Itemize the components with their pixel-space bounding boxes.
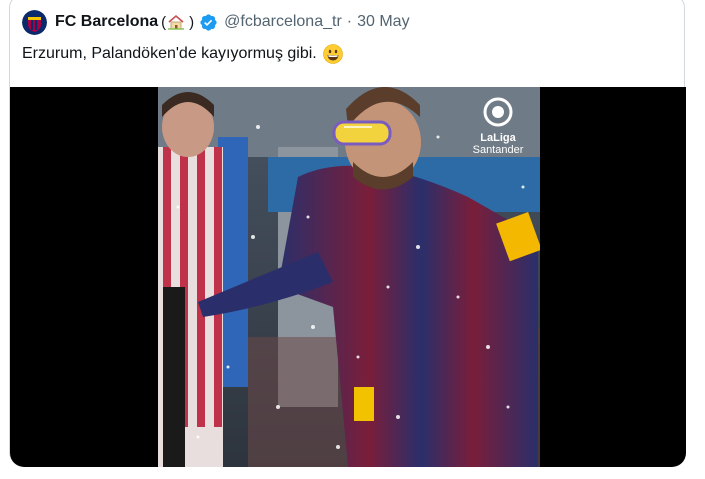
tweet-date[interactable]: 30 May bbox=[357, 13, 409, 31]
author-handle[interactable]: @fcbarcelona_tr bbox=[224, 13, 342, 31]
house-emoji-icon bbox=[167, 14, 185, 30]
watermark-line2: Santander bbox=[472, 144, 524, 156]
name-suffix-open: ( bbox=[161, 13, 167, 31]
watermark-line1: LaLiga bbox=[480, 132, 516, 144]
author-avatar[interactable] bbox=[22, 9, 47, 35]
author-name[interactable]: FC Barcelona bbox=[55, 13, 158, 31]
tweet-header: FC Barcelona ( ) @fcbarcelona_tr · 30 Ma… bbox=[22, 9, 410, 35]
name-suffix-close: ) bbox=[189, 13, 195, 31]
tweet-text: Erzurum, Palandöken'de kayıyormuş gibi. bbox=[22, 44, 343, 64]
separator-dot: · bbox=[346, 13, 353, 30]
verified-badge-icon bbox=[200, 13, 217, 31]
laliga-logo-icon bbox=[483, 97, 513, 127]
tweet-text-content: Erzurum, Palandöken'de kayıyormuş gibi. bbox=[22, 45, 317, 62]
grinning-face-emoji-icon bbox=[322, 44, 343, 64]
laliga-watermark: LaLiga Santander bbox=[458, 97, 538, 156]
video-player[interactable]: LaLiga Santander bbox=[10, 87, 686, 467]
video-frame[interactable]: LaLiga Santander bbox=[158, 87, 540, 467]
